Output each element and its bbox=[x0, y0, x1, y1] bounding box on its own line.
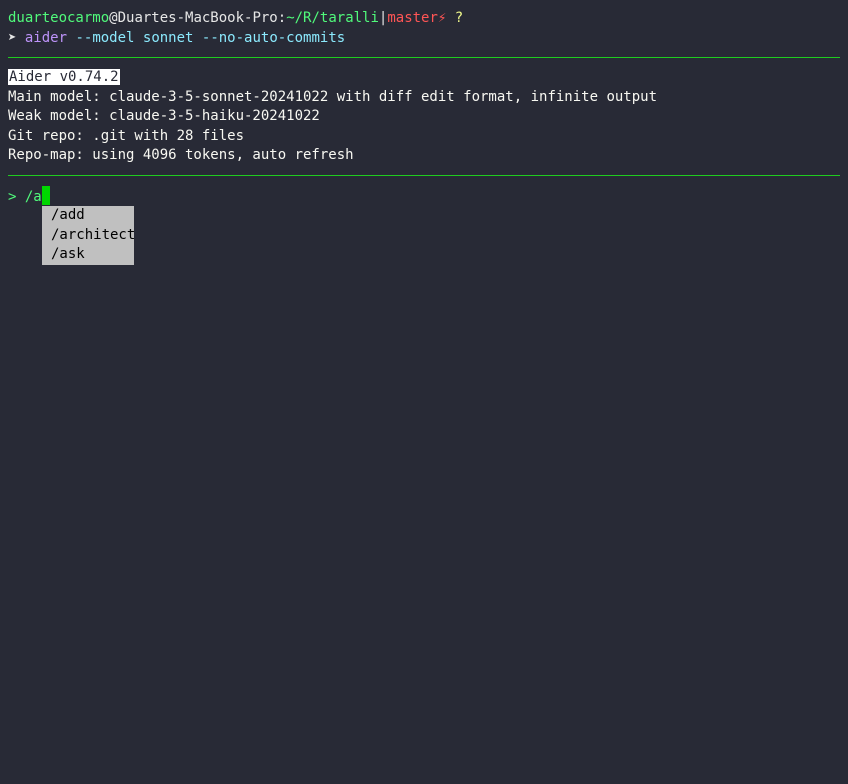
prompt-at: @ bbox=[109, 10, 118, 26]
repo-map-line: Repo-map: using 4096 tokens, auto refres… bbox=[8, 147, 354, 163]
text-cursor bbox=[41, 186, 50, 205]
arrow-icon: ➤ bbox=[8, 30, 17, 46]
completion-ask[interactable]: /ask bbox=[42, 245, 134, 265]
shell-prompt-line: duarteocarmo@Duartes-MacBook-Pro:~/R/tar… bbox=[8, 9, 463, 29]
command-line: ➤ aider --model sonnet --no-auto-commits bbox=[8, 29, 345, 49]
autocomplete-menu[interactable]: /add /architect /ask bbox=[42, 206, 135, 265]
command-args: --model sonnet --no-auto-commits bbox=[75, 30, 346, 46]
weak-model-line: Weak model: claude-3-5-haiku-20241022 bbox=[8, 108, 320, 124]
git-repo-line: Git repo: .git with 28 files bbox=[8, 128, 245, 144]
prompt-branch: master bbox=[387, 10, 438, 26]
divider-top bbox=[8, 57, 840, 58]
command-input[interactable]: /a bbox=[25, 189, 42, 205]
version-line: Aider v0.74.2 bbox=[8, 68, 120, 88]
lightning-icon: ⚡ bbox=[437, 10, 447, 26]
input-prompt-symbol: > bbox=[8, 189, 17, 205]
divider-bottom bbox=[8, 175, 840, 176]
command-name: aider bbox=[24, 30, 68, 46]
completion-add[interactable]: /add bbox=[42, 206, 134, 226]
prompt-user: duarteocarmo bbox=[8, 10, 110, 26]
version-badge: Aider v0.74.2 bbox=[8, 69, 120, 85]
completion-architect[interactable]: /architect bbox=[42, 226, 135, 246]
prompt-host: Duartes-MacBook-Pro bbox=[117, 10, 278, 26]
terminal-window[interactable]: duarteocarmo@Duartes-MacBook-Pro:~/R/tar… bbox=[0, 0, 848, 784]
prompt-path: ~/R/taralli bbox=[286, 10, 379, 26]
prompt-colon: : bbox=[277, 10, 287, 26]
main-model-line: Main model: claude-3-5-sonnet-20241022 w… bbox=[8, 89, 658, 105]
input-line[interactable]: > /a bbox=[8, 186, 50, 206]
prompt-status: ? bbox=[454, 10, 464, 26]
